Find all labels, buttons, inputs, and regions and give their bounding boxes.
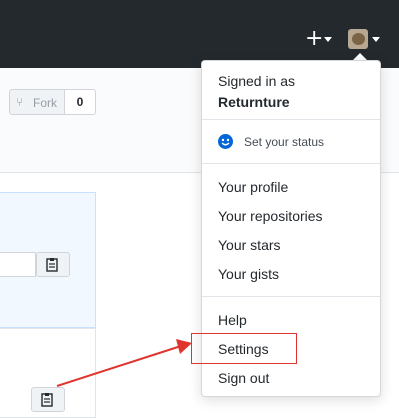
annotation-arrow [56, 339, 192, 387]
